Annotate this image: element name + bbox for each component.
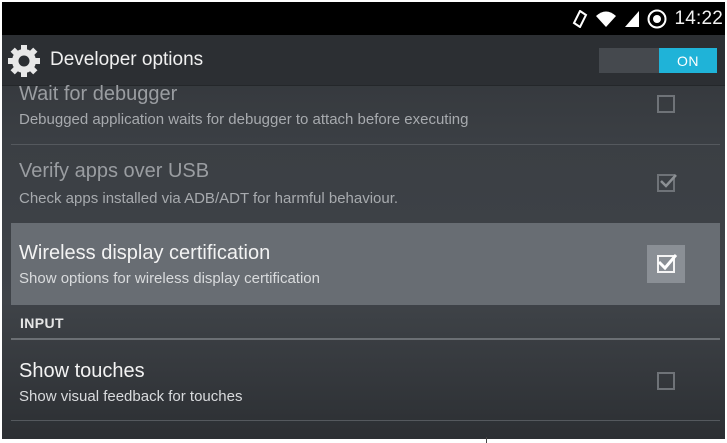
show-touches-checkbox[interactable]: [657, 372, 675, 390]
setting-title: Verify apps over USB: [19, 160, 210, 182]
setting-summary: Check apps installed via ADB/ADT for har…: [19, 190, 399, 207]
device-screen: 14:22 Developer options ON Wait for debu…: [2, 2, 725, 439]
mouse-cursor-fragment: [486, 437, 487, 443]
status-icons: 14:22: [572, 2, 725, 35]
gear-icon[interactable]: [6, 43, 42, 79]
status-bar: 14:22: [2, 2, 725, 35]
setting-wait-for-debugger[interactable]: Wait for debugger Debugged application w…: [11, 83, 720, 142]
setting-summary: Show options for wireless display certif…: [19, 270, 320, 287]
toggle-on-label: ON: [659, 48, 717, 73]
divider: [11, 420, 720, 421]
page-title: Developer options: [50, 49, 204, 70]
signal-icon: [624, 10, 640, 28]
nfc-icon: [572, 9, 588, 28]
setting-show-touches[interactable]: Show touches Show visual feedback for to…: [11, 341, 720, 419]
wait-for-debugger-checkbox[interactable]: [657, 95, 675, 113]
setting-summary: Debugged application waits for debugger …: [19, 111, 469, 128]
setting-verify-apps-over-usb[interactable]: Verify apps over USB Check apps installe…: [11, 145, 720, 221]
wireless-display-checkbox[interactable]: [647, 245, 685, 283]
setting-wireless-display-certification[interactable]: Wireless display certification Show opti…: [11, 223, 720, 305]
setting-title: Wireless display certification: [19, 242, 271, 264]
developer-options-toggle[interactable]: ON: [599, 48, 717, 73]
verify-apps-checkbox[interactable]: [657, 174, 677, 192]
check-icon: [657, 254, 678, 271]
setting-title: Show touches: [19, 360, 145, 382]
wifi-icon: [595, 10, 617, 28]
setting-summary: Show visual feedback for touches: [19, 388, 243, 405]
section-divider: [11, 338, 720, 340]
check-icon: [660, 174, 677, 188]
status-clock: 14:22: [674, 7, 723, 29]
sim-icon: [647, 9, 667, 29]
section-header-input: INPUT: [20, 315, 64, 331]
action-bar: Developer options ON: [2, 35, 725, 86]
setting-title: Wait for debugger: [19, 83, 178, 105]
